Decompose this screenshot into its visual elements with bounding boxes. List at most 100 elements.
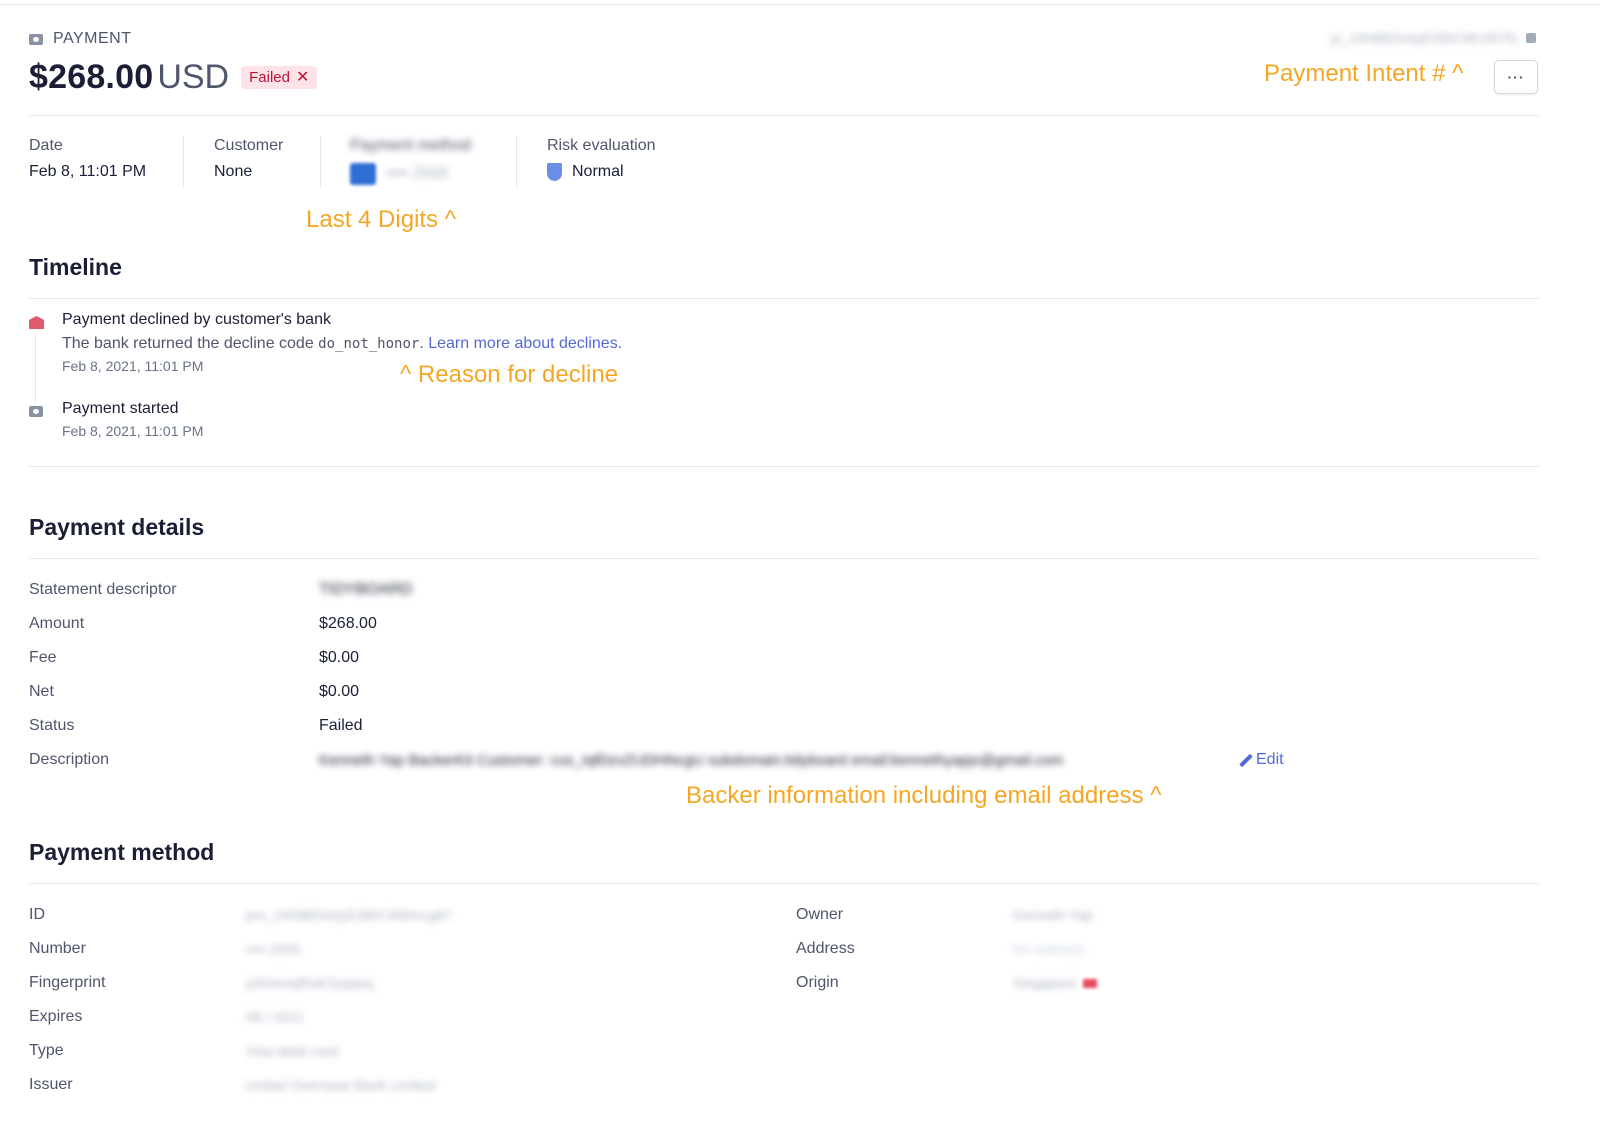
detail-value: TIDYBOARD <box>319 581 413 598</box>
payment-method-left-column: ID pm_1IIh8BGIvtyE2BIC3N0rrcg67 Number •… <box>29 905 452 1095</box>
detail-value: Failed <box>319 717 363 734</box>
detail-row-status: Status Failed <box>29 716 363 736</box>
payment-details-title: Payment details <box>29 514 205 540</box>
pm-row-owner: Owner Kenneth Yap <box>796 905 1097 925</box>
summary-payment-method: Payment method •••• 2500 <box>350 137 471 185</box>
summary-risk-value[interactable]: Normal <box>547 163 656 181</box>
detail-label: Amount <box>29 615 85 632</box>
flag-icon <box>1082 978 1097 988</box>
summary-separator <box>183 136 184 188</box>
pm-label: ID <box>29 906 45 923</box>
payment-method-divider <box>29 883 1539 884</box>
summary-date-label: Date <box>29 137 63 154</box>
detail-row-net: Net $0.00 <box>29 682 359 702</box>
summary-risk: Risk evaluation Normal <box>547 137 656 181</box>
pm-value: Visa debit card <box>246 1043 339 1059</box>
pm-label: Number <box>29 940 86 957</box>
summary-method-last4: •••• 2500 <box>386 165 449 182</box>
payment-currency: USD <box>157 58 230 96</box>
top-divider <box>0 4 1600 5</box>
detail-row-description: Description Kenneth Yap BackerKit Custom… <box>29 750 1284 770</box>
detail-row-statement-descriptor: Statement descriptor TIDYBOARD <box>29 580 412 600</box>
pm-value: pm_1IIh8BGIvtyE2BIC3N0rrcg67 <box>246 907 453 923</box>
ellipsis-icon: ··· <box>1507 69 1525 85</box>
pm-value: Singapore <box>1013 975 1077 991</box>
pm-label: Type <box>29 1042 64 1059</box>
detail-label: Description <box>29 751 110 768</box>
pm-label: Fingerprint <box>29 974 106 991</box>
summary-risk-text: Normal <box>572 163 624 180</box>
summary-separator <box>320 136 321 188</box>
payment-details-divider <box>29 558 1539 559</box>
payment-amount: $268.00 <box>29 58 154 96</box>
pencil-icon <box>1239 754 1252 767</box>
bank-icon <box>29 316 44 329</box>
summary-customer-value: None <box>214 163 253 180</box>
page-kicker: PAYMENT <box>29 30 131 48</box>
pm-value: No address <box>1013 941 1085 957</box>
summary-separator <box>516 136 517 188</box>
pm-row-address: Address No address <box>796 939 1097 959</box>
payment-method-title: Payment method <box>29 839 215 865</box>
detail-value: $0.00 <box>319 649 360 666</box>
timeline-item-title: Payment started <box>62 400 179 417</box>
edit-description-button[interactable]: Edit <box>1239 751 1284 769</box>
pm-label: Origin <box>796 974 839 991</box>
pm-label: Expires <box>29 1008 83 1025</box>
pm-value: •••• 2500 <box>246 941 301 957</box>
payment-intent-id[interactable]: pi_1IIh8BGIvtyE2BIC9KXR7fv <box>1330 30 1536 46</box>
summary-method-value: •••• 2500 <box>350 163 471 185</box>
summary-date: Date Feb 8, 11:01 PM <box>29 137 146 181</box>
timeline-item-time: Feb 8, 2021, 11:01 PM <box>62 423 204 439</box>
pm-row-id: ID pm_1IIh8BGIvtyE2BIC3N0rrcg67 <box>29 905 452 925</box>
payment-method-right-column: Owner Kenneth Yap Address No address Ori… <box>796 905 1097 993</box>
detail-label: Net <box>29 683 54 700</box>
pm-row-issuer: Issuer United Overseas Bank Limited <box>29 1075 452 1095</box>
shield-icon <box>547 163 562 181</box>
pm-value: United Overseas Bank Limited <box>246 1077 436 1093</box>
detail-label: Statement descriptor <box>29 581 177 598</box>
pm-row-fingerprint: Fingerprint p3Hmnqf5okTpqaeq <box>29 973 452 993</box>
payment-icon <box>29 33 43 45</box>
timeline-divider <box>29 298 1539 299</box>
decline-message-suffix: . <box>419 335 424 352</box>
summary-customer: Customer None <box>214 137 283 181</box>
detail-label: Status <box>29 717 75 734</box>
pm-label: Issuer <box>29 1076 73 1093</box>
timeline-end-divider <box>29 466 1539 467</box>
pm-value: 08 / 2021 <box>246 1009 305 1025</box>
detail-label: Fee <box>29 649 57 666</box>
status-badge: Failed ✕ <box>241 66 318 89</box>
timeline-item-message: The bank returned the decline code do_no… <box>62 335 622 353</box>
pm-value: p3Hmnqf5okTpqaeq <box>246 975 373 991</box>
status-badge-label: Failed <box>249 69 290 86</box>
detail-value: $268.00 <box>319 615 377 632</box>
kicker-label: PAYMENT <box>53 30 132 47</box>
timeline-item-started: Payment started Feb 8, 2021, 11:01 PM <box>29 400 203 439</box>
decline-message-text: The bank returned the decline code <box>62 335 319 352</box>
copy-icon[interactable] <box>1526 33 1536 43</box>
amount-row: $268.00 USD Failed ✕ <box>29 58 318 97</box>
detail-value: $0.00 <box>319 683 360 700</box>
card-brand-icon <box>350 163 376 185</box>
more-actions-button[interactable]: ··· <box>1494 60 1538 94</box>
detail-row-amount: Amount $268.00 <box>29 614 377 634</box>
pm-row-number: Number •••• 2500 <box>29 939 452 959</box>
annotation-reason: ^ Reason for decline <box>400 361 619 388</box>
pm-label: Address <box>796 940 855 957</box>
pm-row-type: Type Visa debit card <box>29 1041 452 1061</box>
close-x-icon: ✕ <box>295 68 310 86</box>
timeline-item-title: Payment declined by customer's bank <box>62 311 331 328</box>
detail-row-fee: Fee $0.00 <box>29 648 359 668</box>
header-divider <box>29 115 1539 116</box>
annotation-backer: Backer information including email addre… <box>686 782 1162 809</box>
pm-value: Kenneth Yap <box>1013 907 1093 923</box>
payment-started-icon <box>29 406 43 417</box>
summary-customer-label: Customer <box>214 137 284 154</box>
annotation-payment-intent: Payment Intent # ^ <box>1264 60 1464 87</box>
summary-method-label: Payment method <box>350 137 471 154</box>
pm-row-origin: Origin Singapore <box>796 973 1097 993</box>
learn-more-declines-link[interactable]: Learn more about declines. <box>428 335 622 352</box>
payment-intent-id-text: pi_1IIh8BGIvtyE2BIC9KXR7fv <box>1330 30 1518 46</box>
edit-label: Edit <box>1256 751 1284 768</box>
